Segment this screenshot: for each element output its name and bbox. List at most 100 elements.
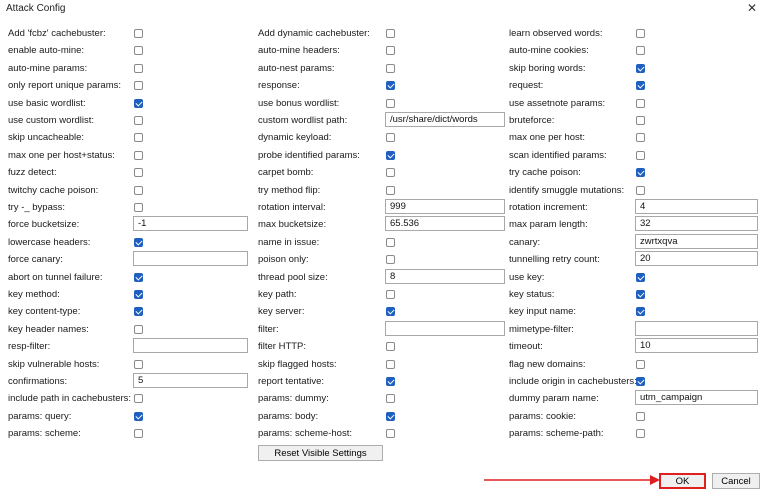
setting-checkbox[interactable] <box>386 307 395 317</box>
setting-text-field[interactable] <box>635 251 758 267</box>
setting-checkbox[interactable] <box>636 29 645 38</box>
setting-label: skip flagged hosts: <box>258 358 337 370</box>
setting-label: key method: <box>8 289 60 300</box>
cancel-button[interactable]: Cancel <box>712 473 760 489</box>
setting-checkbox[interactable] <box>636 63 645 73</box>
ok-button[interactable]: OK <box>659 473 706 489</box>
reset-visible-settings-button[interactable]: Reset Visible Settings <box>258 445 383 461</box>
setting-text-field[interactable] <box>385 112 505 127</box>
red-arrow-annotation <box>484 475 660 485</box>
setting-label: Add dynamic cachebuster: <box>258 28 370 39</box>
setting-text-field[interactable] <box>635 233 758 249</box>
setting-text-field[interactable] <box>635 199 758 214</box>
close-icon[interactable]: ✕ <box>747 1 757 15</box>
setting-label: lowercase headers: <box>8 236 91 248</box>
setting-checkbox[interactable] <box>636 98 645 108</box>
setting-checkbox[interactable] <box>134 307 143 317</box>
setting-checkbox[interactable] <box>134 272 143 282</box>
setting-checkbox[interactable] <box>134 324 143 334</box>
setting-label: request: <box>509 80 544 92</box>
setting-checkbox[interactable] <box>134 133 143 143</box>
setting-text-field[interactable] <box>635 320 758 336</box>
setting-text-field[interactable] <box>133 373 248 388</box>
setting-checkbox[interactable] <box>134 168 143 178</box>
setting-checkbox[interactable] <box>636 359 645 369</box>
setting-label: try cache poison: <box>509 167 581 179</box>
setting-text-field[interactable] <box>385 216 505 232</box>
setting-checkbox[interactable] <box>636 377 645 386</box>
setting-label: params: scheme-path: <box>509 428 604 440</box>
setting-checkbox[interactable] <box>386 81 395 91</box>
setting-text-field[interactable] <box>385 268 505 284</box>
setting-checkbox[interactable] <box>636 185 645 195</box>
setting-checkbox[interactable] <box>636 81 645 91</box>
setting-label: twitchy cache poison: <box>8 184 99 196</box>
setting-label: skip uncacheable: <box>8 132 85 144</box>
setting-text-field[interactable] <box>635 338 758 354</box>
setting-checkbox[interactable] <box>134 290 143 299</box>
setting-checkbox[interactable] <box>386 359 395 369</box>
setting-label: filter: <box>258 323 279 335</box>
setting-text-field[interactable] <box>635 390 758 406</box>
setting-checkbox[interactable] <box>636 411 645 421</box>
setting-label: use bonus wordlist: <box>258 97 340 109</box>
setting-checkbox[interactable] <box>134 203 143 212</box>
setting-checkbox[interactable] <box>386 290 395 299</box>
setting-checkbox[interactable] <box>134 429 143 439</box>
setting-checkbox[interactable] <box>386 237 395 247</box>
setting-checkbox[interactable] <box>134 185 143 195</box>
setting-checkbox[interactable] <box>134 81 143 91</box>
setting-checkbox[interactable] <box>134 46 143 56</box>
setting-checkbox[interactable] <box>134 63 143 73</box>
setting-checkbox[interactable] <box>636 150 645 160</box>
setting-checkbox[interactable] <box>636 133 645 143</box>
setting-checkbox[interactable] <box>386 63 395 73</box>
setting-text-field[interactable] <box>133 216 248 232</box>
setting-label: params: dummy: <box>258 393 329 405</box>
setting-checkbox[interactable] <box>636 272 645 282</box>
setting-checkbox[interactable] <box>134 29 143 38</box>
setting-checkbox[interactable] <box>386 429 395 439</box>
setting-label: tunnelling retry count: <box>509 254 600 266</box>
setting-checkbox[interactable] <box>636 307 645 317</box>
setting-checkbox[interactable] <box>636 290 645 299</box>
setting-text-field[interactable] <box>385 320 505 336</box>
setting-checkbox[interactable] <box>386 168 395 178</box>
setting-checkbox[interactable] <box>386 185 395 195</box>
setting-checkbox[interactable] <box>134 237 143 247</box>
setting-checkbox[interactable] <box>636 46 645 56</box>
setting-text-field[interactable] <box>635 216 758 232</box>
setting-checkbox[interactable] <box>386 342 395 352</box>
setting-checkbox[interactable] <box>386 150 395 160</box>
setting-checkbox[interactable] <box>134 394 143 404</box>
setting-label: max param length: <box>509 219 588 231</box>
setting-label: try method flip: <box>258 184 321 196</box>
setting-checkbox[interactable] <box>386 133 395 143</box>
setting-label: Add 'fcbz' cachebuster: <box>8 28 106 39</box>
setting-label: auto-mine cookies: <box>509 45 589 57</box>
setting-checkbox[interactable] <box>386 411 395 421</box>
setting-checkbox[interactable] <box>386 377 395 386</box>
setting-checkbox[interactable] <box>134 411 143 421</box>
setting-checkbox[interactable] <box>636 116 645 125</box>
setting-checkbox[interactable] <box>134 150 143 160</box>
setting-checkbox[interactable] <box>636 168 645 178</box>
setting-checkbox[interactable] <box>386 394 395 404</box>
setting-text-field[interactable] <box>133 338 248 354</box>
setting-label: max bucketsize: <box>258 219 327 231</box>
setting-text-field[interactable] <box>133 251 248 267</box>
setting-checkbox[interactable] <box>386 98 395 108</box>
setting-label: use basic wordlist: <box>8 97 86 109</box>
setting-label: use assetnote params: <box>509 97 606 109</box>
setting-checkbox[interactable] <box>386 255 395 265</box>
setting-checkbox[interactable] <box>386 46 395 56</box>
setting-label: timeout: <box>509 341 543 353</box>
setting-checkbox[interactable] <box>134 116 143 125</box>
setting-text-field[interactable] <box>385 199 505 214</box>
setting-checkbox[interactable] <box>134 98 143 108</box>
setting-label: confirmations: <box>8 376 68 387</box>
setting-checkbox[interactable] <box>386 29 395 38</box>
setting-checkbox[interactable] <box>134 359 143 369</box>
setting-checkbox[interactable] <box>636 429 645 439</box>
setting-label: mimetype-filter: <box>509 323 574 335</box>
